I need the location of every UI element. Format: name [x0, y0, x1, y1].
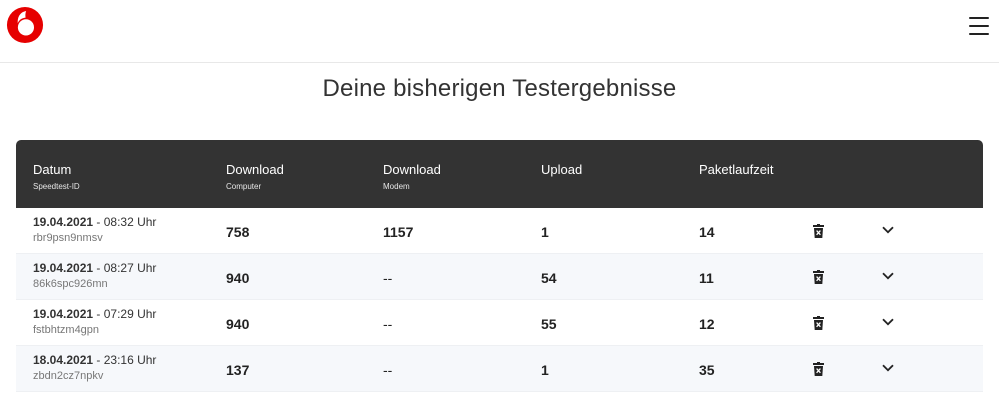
row-latency: 35 [699, 362, 715, 378]
row-date-value: 18.04.2021 [33, 353, 94, 367]
header-date-label: Datum [33, 162, 72, 177]
header-download-computer: Download Computer [226, 162, 284, 191]
row-speedtest-id: zbdn2cz7npkv [33, 370, 104, 382]
row-date: 19.04.2021 - 07:29 Uhr [33, 307, 156, 321]
vodafone-logo[interactable] [6, 6, 44, 44]
header-upload-label: Upload [541, 162, 583, 177]
table-row: 19.04.2021 - 08:27 Uhr 86k6spc926mn 940 … [16, 254, 983, 300]
menu-line [969, 17, 989, 19]
row-time: - 08:32 Uhr [93, 215, 157, 229]
row-download-modem: -- [383, 270, 393, 286]
menu-line [969, 25, 989, 27]
hamburger-menu-icon[interactable] [969, 17, 989, 35]
row-download-computer: 758 [226, 224, 250, 240]
row-date-value: 19.04.2021 [33, 307, 94, 321]
results-table: Datum Speedtest-ID Download Computer Dow… [16, 140, 983, 392]
trash-icon[interactable] [813, 316, 824, 330]
row-date: 18.04.2021 - 23:16 Uhr [33, 353, 156, 367]
row-download-computer: 940 [226, 270, 250, 286]
header-latency: Paketlaufzeit [699, 162, 773, 177]
page-title: Deine bisherigen Testergebnisse [322, 75, 677, 102]
table-header: Datum Speedtest-ID Download Computer Dow… [16, 140, 983, 208]
header-download-modem-label: Download [383, 162, 441, 177]
chevron-down-icon[interactable] [882, 226, 894, 234]
header-download-computer-label: Download [226, 162, 284, 177]
row-download-modem: 1157 [383, 224, 414, 240]
header-date: Datum Speedtest-ID [33, 162, 80, 191]
row-upload: 1 [541, 362, 549, 378]
chevron-down-icon[interactable] [882, 272, 894, 280]
row-date-value: 19.04.2021 [33, 215, 94, 229]
table-row: 19.04.2021 - 07:29 Uhr fstbhtzm4gpn 940 … [16, 300, 983, 346]
row-date: 19.04.2021 - 08:32 Uhr [33, 215, 156, 229]
table-row: 18.04.2021 - 23:16 Uhr zbdn2cz7npkv 137 … [16, 346, 983, 392]
header-download-computer-sublabel: Computer [226, 182, 262, 191]
row-speedtest-id: fstbhtzm4gpn [33, 324, 100, 336]
row-download-modem: -- [383, 316, 393, 332]
header-date-sublabel: Speedtest-ID [33, 182, 80, 191]
row-latency: 14 [699, 224, 715, 240]
row-time: - 23:16 Uhr [93, 353, 157, 367]
header-download-modem-sublabel: Modem [383, 182, 410, 191]
row-upload: 55 [541, 316, 557, 332]
chevron-down-icon[interactable] [882, 318, 894, 326]
row-download-modem: -- [383, 362, 393, 378]
row-speedtest-id: 86k6spc926mn [33, 278, 108, 290]
row-download-computer: 940 [226, 316, 250, 332]
row-speedtest-id: rbr9psn9nmsv [33, 232, 103, 244]
header-download-modem: Download Modem [383, 162, 441, 191]
top-bar [0, 0, 999, 63]
row-upload: 54 [541, 270, 557, 286]
row-time: - 08:27 Uhr [93, 261, 157, 275]
table-row: 19.04.2021 - 08:32 Uhr rbr9psn9nmsv 758 … [16, 208, 983, 254]
row-date-value: 19.04.2021 [33, 261, 94, 275]
header-upload: Upload [541, 162, 582, 177]
row-upload: 1 [541, 224, 549, 240]
menu-line [969, 33, 989, 35]
row-time: - 07:29 Uhr [93, 307, 157, 321]
header-latency-label: Paketlaufzeit [699, 162, 774, 177]
trash-icon[interactable] [813, 270, 824, 284]
row-date: 19.04.2021 - 08:27 Uhr [33, 261, 156, 275]
row-download-computer: 137 [226, 362, 250, 378]
chevron-down-icon[interactable] [882, 364, 894, 372]
row-latency: 11 [699, 270, 714, 286]
trash-icon[interactable] [813, 362, 824, 376]
row-latency: 12 [699, 316, 715, 332]
trash-icon[interactable] [813, 224, 824, 238]
